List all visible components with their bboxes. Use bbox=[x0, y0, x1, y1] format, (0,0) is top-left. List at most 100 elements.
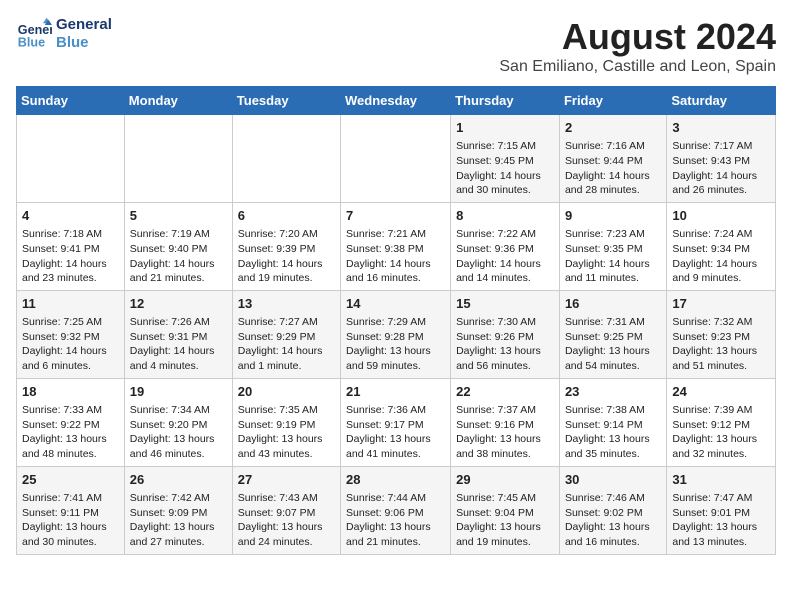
day-info-line: Daylight: 13 hours and 38 minutes. bbox=[456, 432, 554, 461]
calendar-cell: 1Sunrise: 7:15 AMSunset: 9:45 PMDaylight… bbox=[451, 115, 560, 203]
day-number: 5 bbox=[130, 207, 227, 225]
day-info-line: Sunrise: 7:25 AM bbox=[22, 315, 119, 330]
week-row-3: 11Sunrise: 7:25 AMSunset: 9:32 PMDayligh… bbox=[17, 290, 776, 378]
day-number: 6 bbox=[238, 207, 335, 225]
day-info-line: Sunset: 9:36 PM bbox=[456, 242, 554, 257]
day-info-line: Daylight: 13 hours and 41 minutes. bbox=[346, 432, 445, 461]
day-info-line: Sunset: 9:25 PM bbox=[565, 330, 661, 345]
day-info-line: Sunset: 9:19 PM bbox=[238, 418, 335, 433]
day-info-line: Sunset: 9:06 PM bbox=[346, 506, 445, 521]
day-info-line: Sunrise: 7:26 AM bbox=[130, 315, 227, 330]
svg-text:Blue: Blue bbox=[18, 36, 45, 50]
calendar-cell: 3Sunrise: 7:17 AMSunset: 9:43 PMDaylight… bbox=[667, 115, 776, 203]
day-info-line: Sunset: 9:44 PM bbox=[565, 154, 661, 169]
calendar-cell: 9Sunrise: 7:23 AMSunset: 9:35 PMDaylight… bbox=[559, 202, 666, 290]
calendar-cell: 31Sunrise: 7:47 AMSunset: 9:01 PMDayligh… bbox=[667, 466, 776, 554]
day-number: 22 bbox=[456, 383, 554, 401]
day-info-line: Sunrise: 7:32 AM bbox=[672, 315, 770, 330]
day-info-line: Sunrise: 7:20 AM bbox=[238, 227, 335, 242]
day-header-monday: Monday bbox=[124, 87, 232, 115]
day-info-line: Sunrise: 7:34 AM bbox=[130, 403, 227, 418]
calendar-cell: 29Sunrise: 7:45 AMSunset: 9:04 PMDayligh… bbox=[451, 466, 560, 554]
day-info-line: Daylight: 14 hours and 9 minutes. bbox=[672, 257, 770, 286]
day-info-line: Daylight: 13 hours and 56 minutes. bbox=[456, 344, 554, 373]
day-info-line: Sunrise: 7:38 AM bbox=[565, 403, 661, 418]
day-info-line: Sunset: 9:40 PM bbox=[130, 242, 227, 257]
calendar-cell bbox=[124, 115, 232, 203]
day-info-line: Sunrise: 7:47 AM bbox=[672, 491, 770, 506]
day-info-line: Sunrise: 7:42 AM bbox=[130, 491, 227, 506]
calendar-cell: 4Sunrise: 7:18 AMSunset: 9:41 PMDaylight… bbox=[17, 202, 125, 290]
header: General Blue General Blue August 2024 Sa… bbox=[16, 16, 776, 76]
day-info-line: Sunset: 9:39 PM bbox=[238, 242, 335, 257]
day-info-line: Sunset: 9:17 PM bbox=[346, 418, 445, 433]
day-info-line: Daylight: 13 hours and 35 minutes. bbox=[565, 432, 661, 461]
day-info-line: Daylight: 13 hours and 46 minutes. bbox=[130, 432, 227, 461]
day-number: 20 bbox=[238, 383, 335, 401]
calendar-cell: 6 Sunrise: 7:20 AMSunset: 9:39 PMDaylight… bbox=[232, 202, 340, 290]
day-info-line: Sunset: 9:38 PM bbox=[346, 242, 445, 257]
day-number: 9 bbox=[565, 207, 661, 225]
day-number: 10 bbox=[672, 207, 770, 225]
day-number: 30 bbox=[565, 471, 661, 489]
calendar-cell: 10Sunrise: 7:24 AMSunset: 9:34 PMDayligh… bbox=[667, 202, 776, 290]
day-info-line: Sunset: 9:26 PM bbox=[456, 330, 554, 345]
day-number: 12 bbox=[130, 295, 227, 313]
day-info-line: Sunset: 9:12 PM bbox=[672, 418, 770, 433]
day-info-line: Daylight: 13 hours and 30 minutes. bbox=[22, 520, 119, 549]
logo: General Blue General Blue bbox=[16, 16, 112, 52]
day-info-line: Daylight: 14 hours and 23 minutes. bbox=[22, 257, 119, 286]
day-info-line: Daylight: 14 hours and 14 minutes. bbox=[456, 257, 554, 286]
day-number: 19 bbox=[130, 383, 227, 401]
day-info-line: Sunset: 9:28 PM bbox=[346, 330, 445, 345]
day-info-line: Sunrise: 7:45 AM bbox=[456, 491, 554, 506]
day-info-line: Daylight: 14 hours and 19 minutes. bbox=[238, 257, 335, 286]
day-number: 11 bbox=[22, 295, 119, 313]
week-row-1: 1Sunrise: 7:15 AMSunset: 9:45 PMDaylight… bbox=[17, 115, 776, 203]
day-number: 31 bbox=[672, 471, 770, 489]
day-info-line: Daylight: 14 hours and 4 minutes. bbox=[130, 344, 227, 373]
day-info-line: Sunrise: 7:43 AM bbox=[238, 491, 335, 506]
day-info-line: Sunset: 9:34 PM bbox=[672, 242, 770, 257]
calendar-cell: 11Sunrise: 7:25 AMSunset: 9:32 PMDayligh… bbox=[17, 290, 125, 378]
day-info-line: Daylight: 13 hours and 13 minutes. bbox=[672, 520, 770, 549]
day-number: 21 bbox=[346, 383, 445, 401]
logo-text-line1: General bbox=[56, 16, 112, 34]
day-info-line: Sunset: 9:29 PM bbox=[238, 330, 335, 345]
day-header-thursday: Thursday bbox=[451, 87, 560, 115]
subtitle: San Emiliano, Castille and Leon, Spain bbox=[499, 58, 776, 76]
day-header-friday: Friday bbox=[559, 87, 666, 115]
calendar-cell bbox=[17, 115, 125, 203]
day-number: 24 bbox=[672, 383, 770, 401]
day-number: 17 bbox=[672, 295, 770, 313]
day-info-line: Daylight: 13 hours and 24 minutes. bbox=[238, 520, 335, 549]
day-number: 1 bbox=[456, 119, 554, 137]
day-info-line: Daylight: 13 hours and 27 minutes. bbox=[130, 520, 227, 549]
day-number: 16 bbox=[565, 295, 661, 313]
calendar-cell: 16Sunrise: 7:31 AMSunset: 9:25 PMDayligh… bbox=[559, 290, 666, 378]
calendar-cell bbox=[232, 115, 340, 203]
day-info-line: Sunrise: 7:37 AM bbox=[456, 403, 554, 418]
day-info-line: Daylight: 14 hours and 30 minutes. bbox=[456, 169, 554, 198]
day-info-line: Sunrise: 7:21 AM bbox=[346, 227, 445, 242]
day-info-line: Sunset: 9:04 PM bbox=[456, 506, 554, 521]
day-number: 26 bbox=[130, 471, 227, 489]
day-info-line: Sunrise: 7:41 AM bbox=[22, 491, 119, 506]
day-info-line: Sunset: 9:31 PM bbox=[130, 330, 227, 345]
day-info-line: Sunset: 9:20 PM bbox=[130, 418, 227, 433]
calendar-cell: 23Sunrise: 7:38 AMSunset: 9:14 PMDayligh… bbox=[559, 378, 666, 466]
day-number: 27 bbox=[238, 471, 335, 489]
day-number: 29 bbox=[456, 471, 554, 489]
day-info-line: Sunrise: 7:35 AM bbox=[238, 403, 335, 418]
day-info-line: Sunset: 9:45 PM bbox=[456, 154, 554, 169]
day-info-line: Sunrise: 7:17 AM bbox=[672, 139, 770, 154]
calendar-cell: 25Sunrise: 7:41 AMSunset: 9:11 PMDayligh… bbox=[17, 466, 125, 554]
calendar-cell: 24Sunrise: 7:39 AMSunset: 9:12 PMDayligh… bbox=[667, 378, 776, 466]
day-info-line: Daylight: 13 hours and 51 minutes. bbox=[672, 344, 770, 373]
day-header-sunday: Sunday bbox=[17, 87, 125, 115]
day-info-line: Sunrise: 7:31 AM bbox=[565, 315, 661, 330]
day-number: 23 bbox=[565, 383, 661, 401]
day-info-line: Daylight: 14 hours and 28 minutes. bbox=[565, 169, 661, 198]
day-info-line: Sunrise: 7:16 AM bbox=[565, 139, 661, 154]
week-row-5: 25Sunrise: 7:41 AMSunset: 9:11 PMDayligh… bbox=[17, 466, 776, 554]
